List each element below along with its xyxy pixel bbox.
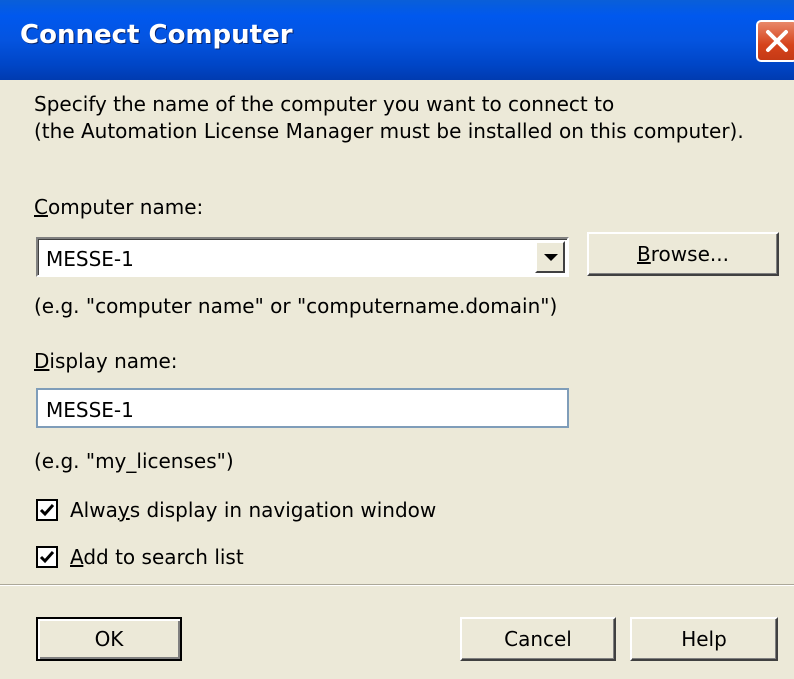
cancel-button[interactable]: Cancel — [460, 617, 616, 661]
help-button[interactable]: Help — [630, 617, 778, 661]
ok-button[interactable]: OK — [36, 617, 182, 661]
display-name-hint: (e.g. "my_licenses") — [34, 449, 234, 473]
display-name-label: Display name: — [34, 349, 178, 373]
add-search-label[interactable]: Add to search list — [70, 545, 244, 569]
window-title: Connect Computer — [20, 20, 293, 50]
close-button[interactable] — [756, 20, 794, 62]
add-search-checkbox[interactable] — [36, 546, 58, 568]
always-display-label[interactable]: Always display in navigation window — [70, 498, 436, 522]
display-name-input[interactable]: MESSE-1 — [36, 388, 569, 428]
intro-line-2: (the Automation License Manager must be … — [34, 119, 744, 143]
separator — [0, 584, 794, 586]
chevron-down-icon[interactable] — [535, 241, 565, 273]
close-icon — [766, 30, 788, 52]
computer-name-value: MESSE-1 — [46, 247, 134, 271]
computer-name-hint: (e.g. "computer name" or "computername.d… — [34, 294, 558, 318]
computer-name-combobox[interactable]: MESSE-1 — [36, 237, 569, 277]
title-bar: Connect Computer — [0, 0, 794, 80]
always-display-checkbox[interactable] — [36, 499, 58, 521]
display-name-value: MESSE-1 — [46, 398, 134, 422]
intro-line-1: Specify the name of the computer you wan… — [34, 92, 615, 116]
browse-button[interactable]: Browse... — [587, 232, 779, 276]
checkmark-icon — [39, 504, 55, 517]
computer-name-label: Computer name: — [34, 195, 204, 219]
checkmark-icon — [39, 551, 55, 564]
